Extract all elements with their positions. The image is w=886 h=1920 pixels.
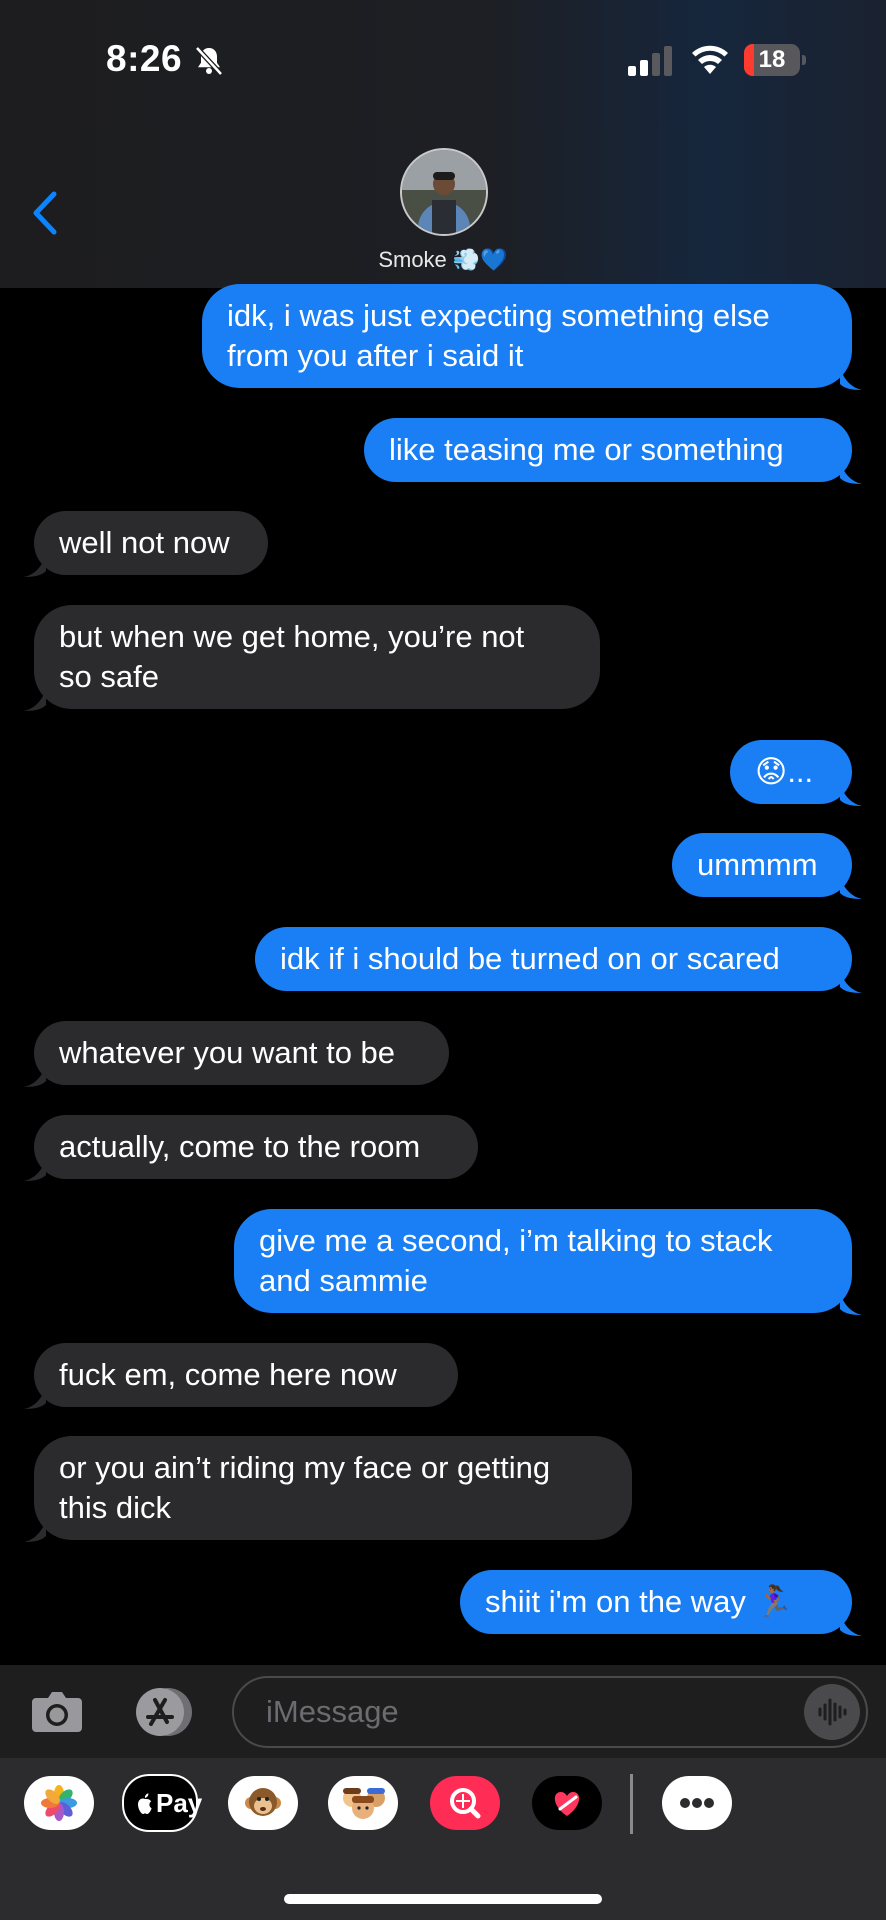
- audio-message-button[interactable]: [804, 1684, 860, 1740]
- memoji-stickers-icon[interactable]: [328, 1776, 398, 1830]
- received-message-bubble[interactable]: well not now: [24, 511, 268, 577]
- bubble-tail: [840, 971, 862, 993]
- bubble-tail: [24, 555, 46, 577]
- message-text-line: from you after i said it: [227, 338, 524, 373]
- image-search-icon[interactable]: [430, 1776, 500, 1830]
- message-text-line: give me a second, i’m talking to stack: [259, 1223, 773, 1258]
- bubble-tail: [24, 1387, 46, 1409]
- bubble-tail: [840, 462, 862, 484]
- app-store-icon[interactable]: [130, 1686, 196, 1738]
- home-indicator[interactable]: [284, 1894, 602, 1904]
- monkey-memoji-icon[interactable]: [228, 1776, 298, 1830]
- waveform-icon: [818, 1698, 847, 1726]
- message-text-line: well not now: [59, 525, 230, 560]
- message-text-line: but when we get home, you’re not: [59, 619, 525, 654]
- photos-icon[interactable]: [24, 1776, 94, 1830]
- message-text-line: actually, come to the room: [59, 1129, 421, 1164]
- apple-pay-label: Pay: [156, 1788, 203, 1818]
- message-text-line: or you ain’t riding my face or getting: [59, 1450, 551, 1485]
- message-text-line: and sammie: [259, 1263, 428, 1298]
- bubble-tail: [24, 1520, 46, 1542]
- message-text-line: this dick: [59, 1490, 171, 1525]
- bubble-tail: [840, 877, 862, 899]
- message-text-line: so safe: [59, 659, 159, 694]
- sent-message-bubble[interactable]: idk if i should be turned on or scared: [255, 927, 862, 993]
- received-message-bubble[interactable]: fuck em, come here now: [24, 1343, 458, 1409]
- message-text-line: like teasing me or something: [389, 432, 784, 467]
- digital-touch-icon[interactable]: [532, 1776, 602, 1830]
- bubble-tail: [24, 1159, 46, 1181]
- received-message-bubble[interactable]: whatever you want to be: [24, 1021, 449, 1087]
- received-message-bubble[interactable]: or you ain’t riding my face or getting th…: [24, 1436, 632, 1542]
- camera-icon[interactable]: [30, 1686, 84, 1736]
- message-text-line: shiit i'm on the way 🏃🏾‍♀️: [485, 1584, 794, 1619]
- bubble-tail: [840, 1293, 862, 1315]
- sent-message-bubble[interactable]: like teasing me or something: [364, 418, 862, 484]
- bubble-tail: [840, 368, 862, 390]
- bubble-tail: [840, 1614, 862, 1636]
- app-strip-divider: [630, 1774, 633, 1834]
- message-input[interactable]: iMessage: [232, 1676, 868, 1748]
- message-input-placeholder: iMessage: [266, 1694, 399, 1729]
- sent-message-bubble[interactable]: ummmm: [672, 833, 862, 899]
- apple-logo-icon: [138, 1793, 152, 1814]
- sent-message-bubble[interactable]: 😟...: [730, 740, 862, 806]
- sent-message-bubble[interactable]: idk, i was just expecting something else…: [202, 284, 862, 390]
- bubble-tail: [24, 689, 46, 711]
- message-text-line: fuck em, come here now: [59, 1357, 397, 1392]
- more-icon[interactable]: [662, 1776, 732, 1830]
- apple-pay-icon[interactable]: Pay: [122, 1774, 202, 1832]
- message-text-line: idk, i was just expecting something else: [227, 298, 770, 333]
- message-text-line: idk if i should be turned on or scared: [280, 941, 780, 976]
- message-text-line: whatever you want to be: [59, 1035, 396, 1070]
- message-list: idk, i was just expecting something else…: [0, 0, 886, 1665]
- received-message-bubble[interactable]: actually, come to the room: [24, 1115, 478, 1181]
- message-text-line: 😟...: [755, 754, 814, 789]
- sent-message-bubble[interactable]: give me a second, i’m talking to stack an…: [234, 1209, 862, 1315]
- bubble-tail: [840, 784, 862, 806]
- message-text-line: ummmm: [697, 847, 818, 882]
- bubble-tail: [24, 1065, 46, 1087]
- sent-message-bubble[interactable]: shiit i'm on the way 🏃🏾‍♀️: [460, 1570, 862, 1636]
- received-message-bubble[interactable]: but when we get home, you’re not so safe: [24, 605, 600, 711]
